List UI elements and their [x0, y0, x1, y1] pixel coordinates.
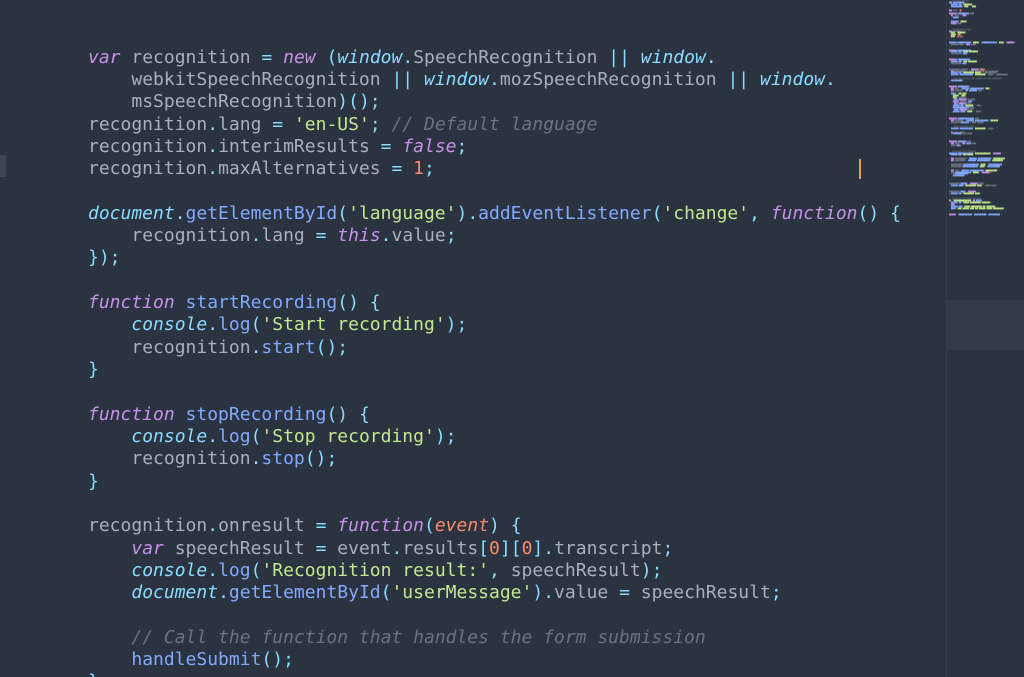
- minimap-viewport[interactable]: [947, 300, 1024, 350]
- code-editor: var recognition = new (window.SpeechReco…: [0, 0, 1024, 677]
- keyword-new: new: [283, 47, 316, 68]
- param-event: event: [435, 515, 489, 536]
- code-area[interactable]: var recognition = new (window.SpeechReco…: [10, 0, 946, 677]
- fn-startRecording: startRecording: [186, 292, 338, 313]
- string-literal: 'en-US': [294, 114, 370, 135]
- minimap[interactable]: // ████ ████ ████████ ███ ████████████()…: [946, 0, 1024, 677]
- keyword-var: var: [88, 47, 121, 68]
- fn-stopRecording: stopRecording: [186, 404, 327, 425]
- number-literal: 1: [413, 158, 424, 179]
- comment: // Default language: [392, 114, 598, 135]
- code-content[interactable]: var recognition = new (window.SpeechReco…: [10, 45, 946, 677]
- keyword-false: false: [402, 136, 456, 157]
- text-cursor: [859, 159, 861, 179]
- minimap-content: // ████ ████ ████████ ███ ████████████()…: [947, 0, 1024, 217]
- gutter-mark: [0, 155, 6, 177]
- obj-window: window: [337, 47, 402, 68]
- comment: // Call the function that handles the fo…: [131, 627, 705, 648]
- obj-document: document: [88, 203, 175, 224]
- identifier: recognition: [131, 47, 250, 68]
- editor-gutter: [0, 0, 10, 677]
- keyword-this: this: [337, 225, 380, 246]
- obj-console: console: [131, 314, 207, 335]
- operator: =: [261, 47, 272, 68]
